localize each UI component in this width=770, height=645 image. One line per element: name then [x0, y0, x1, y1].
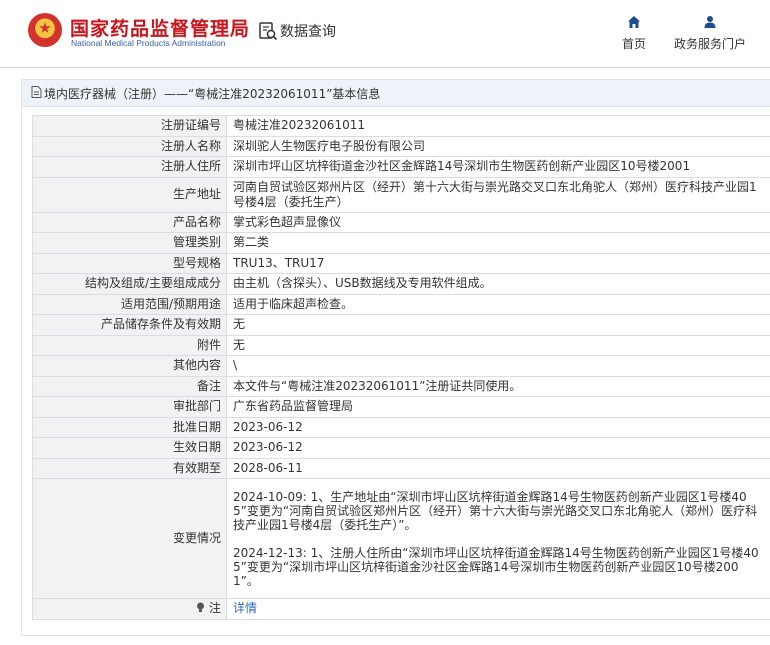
row-value: 深圳驼人生物医疗电子股份有限公司: [226, 135, 770, 157]
row-value: 第二类: [226, 232, 770, 254]
row-key: 注册证编号: [32, 115, 227, 137]
table-row: 结构及组成/主要组成成分 由主机（含探头）、USB数据线及专用软件组成。: [32, 273, 770, 295]
row-key: 批准日期: [32, 416, 227, 438]
data-query-link[interactable]: 数据查询: [258, 20, 336, 42]
brand-subtitle: National Medical Products Administration: [71, 38, 226, 48]
panel-title: 境内医疗器械（注册）——“粤械注准20232061011”基本信息: [44, 86, 381, 101]
row-value: 本文件与“粤械注准20232061011”注册证共同使用。: [226, 375, 770, 397]
row-value: 广东省药品监督管理局: [226, 396, 770, 418]
row-value: 2023-06-12: [226, 437, 770, 459]
table-row: 审批部门 广东省药品监督管理局: [32, 396, 770, 418]
row-value: 无: [226, 334, 770, 356]
table-row: 产品名称 掌式彩色超声显像仪: [32, 211, 770, 233]
site-header: 国家药品监督管理局 National Medical Products Admi…: [0, 0, 770, 64]
home-icon: [621, 15, 647, 31]
brand-title[interactable]: 国家药品监督管理局: [70, 14, 250, 41]
row-key: 型号规格: [32, 252, 227, 274]
row-value: \: [226, 355, 770, 377]
note-row: 注 详情: [32, 598, 770, 620]
change-history-value: 2024-10-09: 1、生产地址由“深圳市坪山区坑梓街道金辉路14号生物医药…: [226, 478, 770, 599]
row-value: 2023-06-12: [226, 416, 770, 438]
row-key: 备注: [32, 375, 227, 397]
header-divider: [0, 67, 770, 68]
nav-service-portal[interactable]: 政务服务门户: [672, 15, 748, 52]
row-value: TRU13、TRU17: [226, 252, 770, 274]
table-row: 批准日期 2023-06-12: [32, 416, 770, 438]
note-key: 注: [32, 598, 227, 620]
table-row: 其他内容 \: [32, 355, 770, 377]
document-icon: [31, 85, 42, 101]
table-row: 适用范围/预期用途 适用于临床超声检查。: [32, 293, 770, 315]
detail-panel: 境内医疗器械（注册）——“粤械注准20232061011”基本信息 注册证编号 …: [21, 79, 770, 636]
nav-home-label: 首页: [621, 37, 646, 51]
data-query-label: 数据查询: [280, 24, 336, 40]
table-row: 生效日期 2023-06-12: [32, 437, 770, 459]
row-value: 粤械注准20232061011: [226, 115, 770, 137]
row-key: 适用范围/预期用途: [32, 293, 227, 315]
table-row: 生产地址 河南自贸试验区郑州片区（经开）第十六大街与崇光路交叉口东北角驼人（郑州…: [32, 176, 770, 213]
row-key: 生产地址: [32, 176, 227, 213]
row-value: 河南自贸试验区郑州片区（经开）第十六大街与崇光路交叉口东北角驼人（郑州）医疗科技…: [226, 176, 770, 213]
row-key: 生效日期: [32, 437, 227, 459]
row-value: 无: [226, 314, 770, 336]
note-value: 详情: [226, 598, 770, 620]
row-key: 有效期至: [32, 457, 227, 479]
table-row: 注册人住所 深圳市坪山区坑梓街道金沙社区金辉路14号深圳市生物医药创新产业园区1…: [32, 156, 770, 178]
change-history-row: 变更情况 2024-10-09: 1、生产地址由“深圳市坪山区坑梓街道金辉路14…: [32, 478, 770, 599]
table-row: 有效期至 2028-06-11: [32, 457, 770, 479]
panel-header: 境内医疗器械（注册）——“粤械注准20232061011”基本信息: [22, 80, 770, 107]
nav-home[interactable]: 首页: [621, 15, 647, 52]
row-key: 结构及组成/主要组成成分: [32, 273, 227, 295]
nav-service-portal-label: 政务服务门户: [673, 37, 746, 51]
row-key: 产品储存条件及有效期: [32, 314, 227, 336]
table-row: 注册证编号 粤械注准20232061011: [32, 115, 770, 137]
row-key: 注册人住所: [32, 156, 227, 178]
row-key: 附件: [32, 334, 227, 356]
table-row: 附件 无: [32, 334, 770, 356]
note-key-label: 注: [208, 601, 221, 616]
row-value: 适用于临床超声检查。: [226, 293, 770, 315]
row-key: 注册人名称: [32, 135, 227, 157]
row-key: 变更情况: [32, 478, 227, 599]
row-value: 深圳市坪山区坑梓街道金沙社区金辉路14号深圳市生物医药创新产业园区10号楼200…: [226, 156, 770, 178]
row-value: 由主机（含探头）、USB数据线及专用软件组成。: [226, 273, 770, 295]
table-row: 注册人名称 深圳驼人生物医疗电子股份有限公司: [32, 135, 770, 157]
table-row: 管理类别 第二类: [32, 232, 770, 254]
row-key: 其他内容: [32, 355, 227, 377]
search-document-icon: [258, 21, 278, 41]
row-key: 审批部门: [32, 396, 227, 418]
table-row: 备注 本文件与“粤械注准20232061011”注册证共同使用。: [32, 375, 770, 397]
detail-table: 注册证编号 粤械注准20232061011 注册人名称 深圳驼人生物医疗电子股份…: [32, 115, 770, 620]
row-key: 产品名称: [32, 211, 227, 233]
national-emblem-icon: [28, 13, 62, 47]
user-icon: [672, 15, 748, 31]
table-row: 产品储存条件及有效期 无: [32, 314, 770, 336]
bulb-icon: [196, 601, 209, 615]
change-entry: 2024-12-13: 1、注册人住所由“深圳市坪山区坑梓街道金辉路14号生物医…: [233, 545, 759, 588]
change-entry: 2024-10-09: 1、生产地址由“深圳市坪山区坑梓街道金辉路14号生物医药…: [233, 489, 758, 532]
table-row: 型号规格 TRU13、TRU17: [32, 252, 770, 274]
row-value: 2028-06-11: [226, 457, 770, 479]
row-key: 管理类别: [32, 232, 227, 254]
details-link[interactable]: 详情: [233, 601, 257, 615]
row-value: 掌式彩色超声显像仪: [226, 211, 770, 233]
